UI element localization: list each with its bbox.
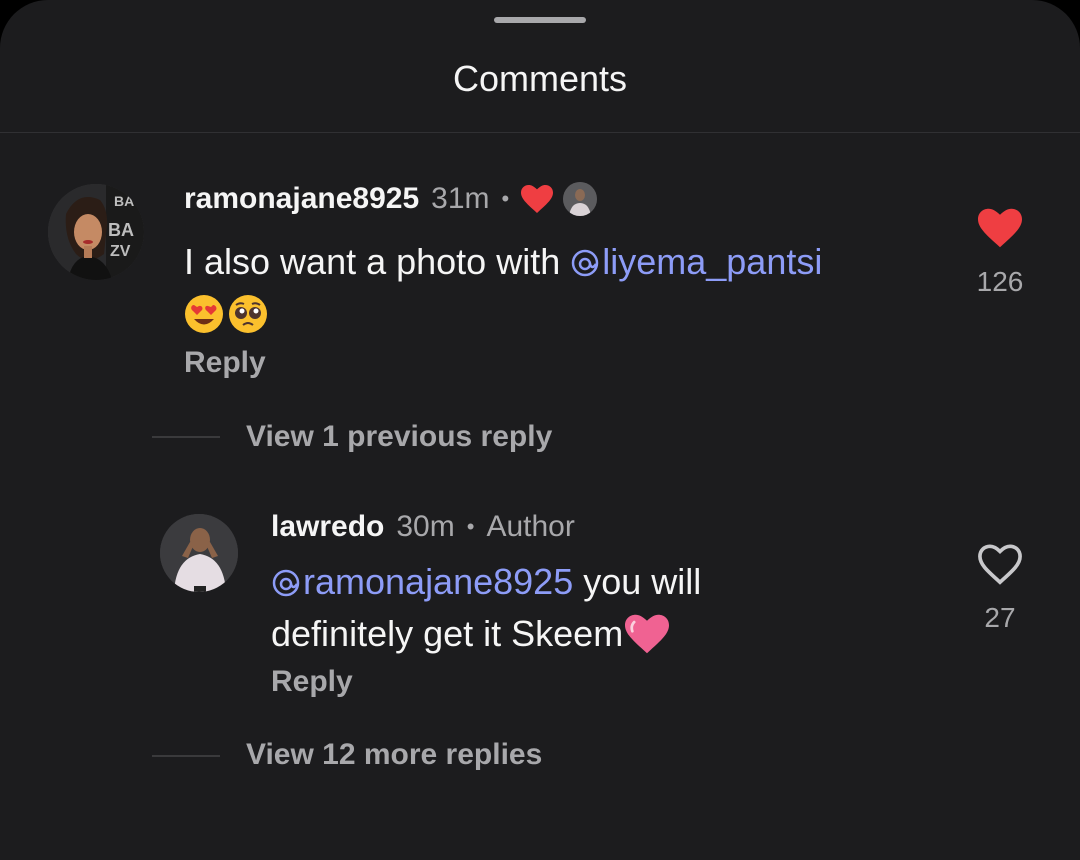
author-badge: Author [486,510,575,543]
mention-link[interactable]: liyema_pantsi [570,241,822,282]
thread-line [152,436,220,438]
pleading-face-emoji [228,294,268,346]
comments-sheet: Comments BA BA ZV ramonajane8925 31m • I… [0,0,1080,860]
mention-link[interactable]: ramonajane8925 [271,561,573,602]
comment-body: I also want a photo with liyema_pantsi [184,238,924,346]
like-button[interactable] [976,543,1024,590]
comment-text-line2: definitely get it Skeem [271,613,624,654]
timestamp: 31m [431,182,490,215]
sheet-title: Comments [452,58,628,99]
svg-text:BA: BA [108,220,134,240]
comment-meta: ramonajane8925 31m • [184,182,598,216]
comment-body: ramonajane8925 you will definitely get i… [271,558,911,666]
comment-text: you will [573,561,702,602]
reply-button[interactable]: Reply [271,665,353,699]
pink-heart-emoji [625,614,670,666]
view-previous-reply-link[interactable]: View 1 previous reply [246,420,552,454]
liked-by-author-heart-icon [521,185,554,213]
like-button[interactable] [978,208,1022,253]
reply-button[interactable]: Reply [184,346,266,380]
mention-text: ramonajane8925 [303,561,574,602]
comment-meta: lawredo 30m • Author [271,510,575,544]
header-divider [0,132,1080,133]
thread-line [152,755,220,757]
separator-dot: • [466,514,475,539]
avatar[interactable] [160,514,238,592]
drag-handle[interactable] [494,17,586,23]
like-count: 126 [976,266,1024,297]
heart-outline-icon [978,544,1022,585]
svg-text:ZV: ZV [110,243,131,260]
timestamp: 30m [396,510,455,543]
threads-at-icon [271,562,301,610]
username[interactable]: ramonajane8925 [184,182,419,216]
svg-text:BA: BA [114,193,134,209]
separator-dot: • [501,186,510,211]
heart-filled-icon [978,208,1022,248]
avatar[interactable]: BA BA ZV [48,184,144,280]
comment-text: I also want a photo with [184,241,571,282]
like-count: 27 [984,602,1016,633]
author-mini-avatar [563,182,598,216]
mention-text: liyema_pantsi [602,241,823,282]
username[interactable]: lawredo [271,510,384,544]
heart-eyes-emoji [184,294,224,346]
threads-at-icon [570,242,600,290]
view-more-replies-link[interactable]: View 12 more replies [246,738,542,772]
